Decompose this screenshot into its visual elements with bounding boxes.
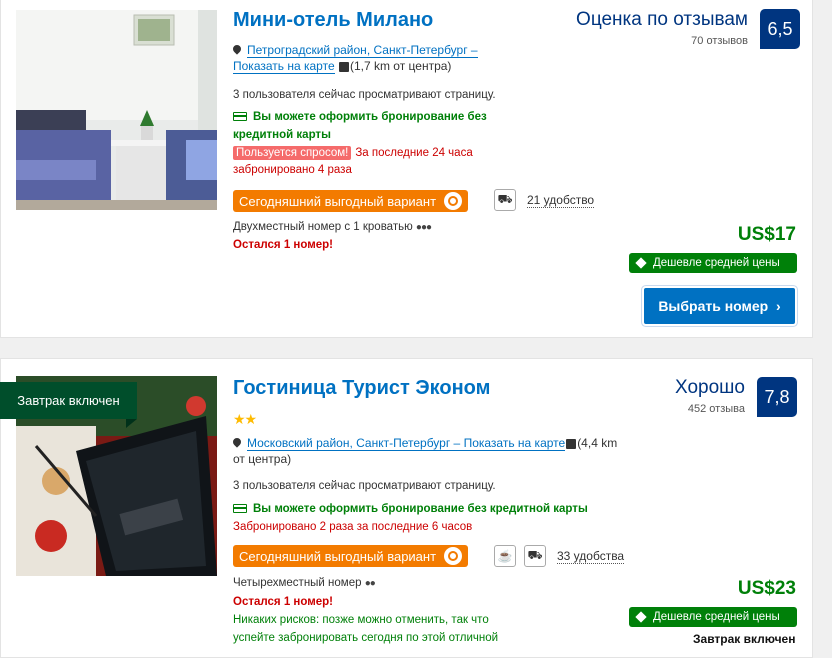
transfer-icon: ⛟ [524,545,546,567]
tag-icon [635,257,647,269]
hotel-name[interactable]: Мини-отель Милано [233,9,433,32]
no-card-text: Вы можете оформить бронирование без кред… [253,503,588,515]
location-pin-icon [231,436,243,448]
deal-badge: Сегодняшний выгодный вариант [233,190,469,212]
room-type-text: Двухместный номер с 1 кроватью [233,221,413,233]
no-card-notice: Вы можете оформить бронирование без кред… [233,503,588,515]
hotel-card-1: Мини-отель Милано Оценка по отзывам 70 о… [0,0,813,338]
no-card-notice: Вы можете оформить бронирование без [233,111,487,123]
location: Петроградский район, Санкт-Петербург – П… [231,42,523,74]
deal-text: Сегодняшний выгодный вариант [239,193,437,209]
review-count: 452 отзыва [687,403,745,415]
rooms-left: Остался 1 номер! [233,596,333,608]
location: Московский район, Санкт-Петербург – Пока… [231,435,653,467]
score-label: Хорошо [675,377,745,398]
price: US$17 [737,224,796,245]
distance-2: от центра) [233,452,292,466]
amenities-link[interactable]: 21 удобство [527,193,595,208]
location-link[interactable]: Петроградский район, Санкт-Петербург – [247,43,478,58]
room-type-text: Четырехместный номер [233,577,362,589]
location-pin-icon [231,43,243,55]
transfer-icon: ⛟ [494,189,516,211]
select-room-label: Выбрать номер [658,298,769,314]
hotel-photo[interactable] [16,10,217,210]
risk-free-text-2: успейте забронировать сегодня по этой от… [233,632,499,644]
price: US$23 [737,578,796,599]
distance: (1,7 km от центра) [349,59,452,73]
tag-icon [635,611,647,623]
cheaper-text: Дешевле средней цены [653,257,780,269]
distance-1: (4,4 km [577,436,618,450]
review-score: 6,5 [760,9,800,49]
deal-text: Сегодняшний выгодный вариант [239,548,437,564]
map-icon [566,438,577,449]
hotel-name[interactable]: Гостиница Турист Эконом [233,377,490,400]
room-photo-image [16,10,217,210]
deal-badge: Сегодняшний выгодный вариант [233,545,469,567]
chevron-right-icon: › [776,298,781,314]
credit-card-icon [233,112,247,122]
rooms-left: Остался 1 номер! [233,239,333,251]
viewers-text: 3 пользователя сейчас просматривают стра… [233,89,496,101]
location-link[interactable]: Московский район, Санкт-Петербург – Пока… [247,436,566,451]
viewers-text: 3 пользователя сейчас просматривают стра… [233,480,496,492]
amenities-link[interactable]: 33 удобства [557,549,625,564]
score-label: Оценка по отзывам [576,9,748,30]
review-count: 70 отзывов [691,35,748,47]
cheaper-text: Дешевле средней цены [653,611,780,623]
risk-free-text-1: Никаких рисков: позже можно отменить, та… [233,614,489,626]
occupancy-icon: ●● [364,578,376,589]
booked-text: забронировано 4 раза [233,164,352,176]
occupancy-icon: ●●● [415,222,432,233]
map-icon [338,61,349,72]
room-type: Двухместный номер с 1 кроватью ●●● [233,221,432,233]
breakfast-badge: Завтрак включен [0,382,137,428]
room-type: Четырехместный номер ●● [233,577,376,589]
show-on-map-link[interactable]: Показать на карте [233,59,335,74]
deal-icon [444,547,463,565]
deal-icon [444,192,463,210]
demand-badge: Пользуется спросом! [233,146,352,160]
demand-text: За последние 24 часа [355,147,473,159]
cheaper-badge: Дешевле средней цены [629,607,797,627]
select-room-button[interactable]: Выбрать номер › [644,288,795,324]
no-card-text-1: Вы можете оформить бронирование без [253,111,487,123]
breakfast-included-text: Завтрак включен [693,632,796,646]
demand-notice: Пользуется спросом! За последние 24 часа [233,146,473,160]
review-score: 7,8 [757,377,797,417]
cheaper-badge: Дешевле средней цены [629,253,797,273]
no-card-text-2: кредитной карты [233,129,331,141]
booked-text: Забронировано 2 раза за последние 6 часо… [233,521,473,533]
credit-card-icon [233,504,247,514]
star-rating: ★★ [233,411,257,427]
coffee-icon: ☕ [494,545,516,567]
